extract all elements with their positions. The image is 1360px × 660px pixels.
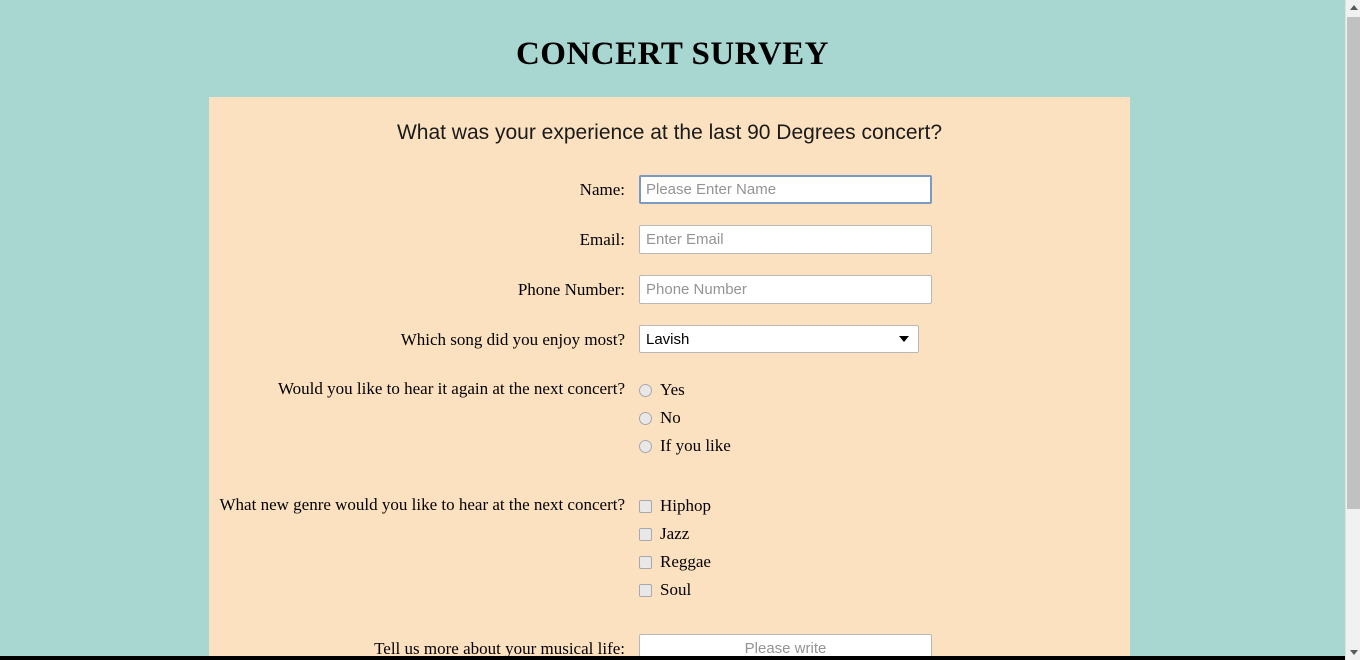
name-input[interactable] — [639, 175, 932, 204]
form-row-email: Email: — [209, 225, 1130, 254]
hear-again-options: Yes No If you like — [639, 376, 1130, 460]
radio-option-yes[interactable]: Yes — [639, 376, 1130, 404]
radio-icon[interactable] — [639, 411, 652, 425]
radio-label-no: No — [660, 408, 681, 427]
email-input[interactable] — [639, 225, 932, 254]
form-row-phone: Phone Number: — [209, 275, 1130, 304]
name-control — [639, 175, 1130, 204]
page-title: CONCERT SURVEY — [515, 36, 830, 72]
checkbox-label-hiphop: Hiphop — [660, 496, 711, 515]
checkbox-icon[interactable] — [639, 555, 652, 569]
musical-life-textarea[interactable] — [639, 634, 932, 656]
radio-icon[interactable] — [639, 439, 652, 453]
triangle-up-icon — [1349, 5, 1358, 10]
checkbox-label-reggae: Reggae — [660, 552, 711, 571]
radio-label-yes: Yes — [660, 380, 685, 399]
checkbox-option-soul[interactable]: Soul — [639, 576, 1130, 604]
checkbox-icon[interactable] — [639, 583, 652, 597]
radio-option-if-you-like[interactable]: If you like — [639, 432, 1130, 460]
song-select[interactable]: Lavish — [639, 325, 919, 353]
form-row-song: Which song did you enjoy most? Lavish — [209, 325, 1130, 353]
phone-input[interactable] — [639, 275, 932, 304]
checkbox-label-soul: Soul — [660, 580, 692, 599]
email-label: Email: — [579, 230, 625, 249]
form-row-musical-life: Tell us more about your musical life: — [209, 634, 1130, 656]
form-row-hear-again: Would you like to hear it again at the n… — [209, 374, 1130, 460]
name-label: Name: — [579, 180, 625, 199]
checkbox-option-jazz[interactable]: Jazz — [639, 520, 1130, 548]
song-select-wrapper: Lavish — [639, 325, 919, 353]
song-label: Which song did you enjoy most? — [400, 330, 625, 349]
song-control: Lavish — [639, 325, 1130, 353]
phone-control — [639, 275, 1130, 304]
checkbox-option-hiphop[interactable]: Hiphop — [639, 492, 1130, 520]
page-bottom-edge — [0, 656, 1345, 660]
new-genre-options: Hiphop Jazz Reggae Soul — [639, 492, 1130, 604]
radio-label-if-you-like: If you like — [660, 436, 731, 455]
triangle-down-icon — [1349, 650, 1358, 655]
page-content: CONCERT SURVEY What was your experience … — [0, 0, 1345, 656]
form-row-name: Name: — [209, 175, 1130, 204]
checkbox-icon[interactable] — [639, 527, 652, 541]
phone-label: Phone Number: — [517, 280, 625, 299]
checkbox-icon[interactable] — [639, 499, 652, 513]
musical-life-control — [639, 634, 1130, 656]
survey-form-panel: What was your experience at the last 90 … — [209, 97, 1130, 656]
radio-icon[interactable] — [639, 383, 652, 397]
checkbox-label-jazz: Jazz — [660, 524, 690, 543]
browser-viewport: CONCERT SURVEY What was your experience … — [0, 0, 1360, 660]
form-row-new-genre: What new genre would you like to hear at… — [209, 490, 1130, 604]
scroll-up-button[interactable] — [1346, 0, 1360, 15]
hear-again-label: Would you like to hear it again at the n… — [277, 379, 625, 398]
musical-life-label: Tell us more about your musical life: — [374, 639, 625, 656]
radio-option-no[interactable]: No — [639, 404, 1130, 432]
new-genre-label: What new genre would you like to hear at… — [219, 495, 625, 514]
scroll-down-button[interactable] — [1346, 645, 1360, 660]
vertical-scrollbar[interactable] — [1345, 0, 1360, 660]
scrollbar-thumb[interactable] — [1347, 17, 1360, 509]
form-heading: What was your experience at the last 90 … — [396, 121, 943, 144]
email-control — [639, 225, 1130, 254]
checkbox-option-reggae[interactable]: Reggae — [639, 548, 1130, 576]
